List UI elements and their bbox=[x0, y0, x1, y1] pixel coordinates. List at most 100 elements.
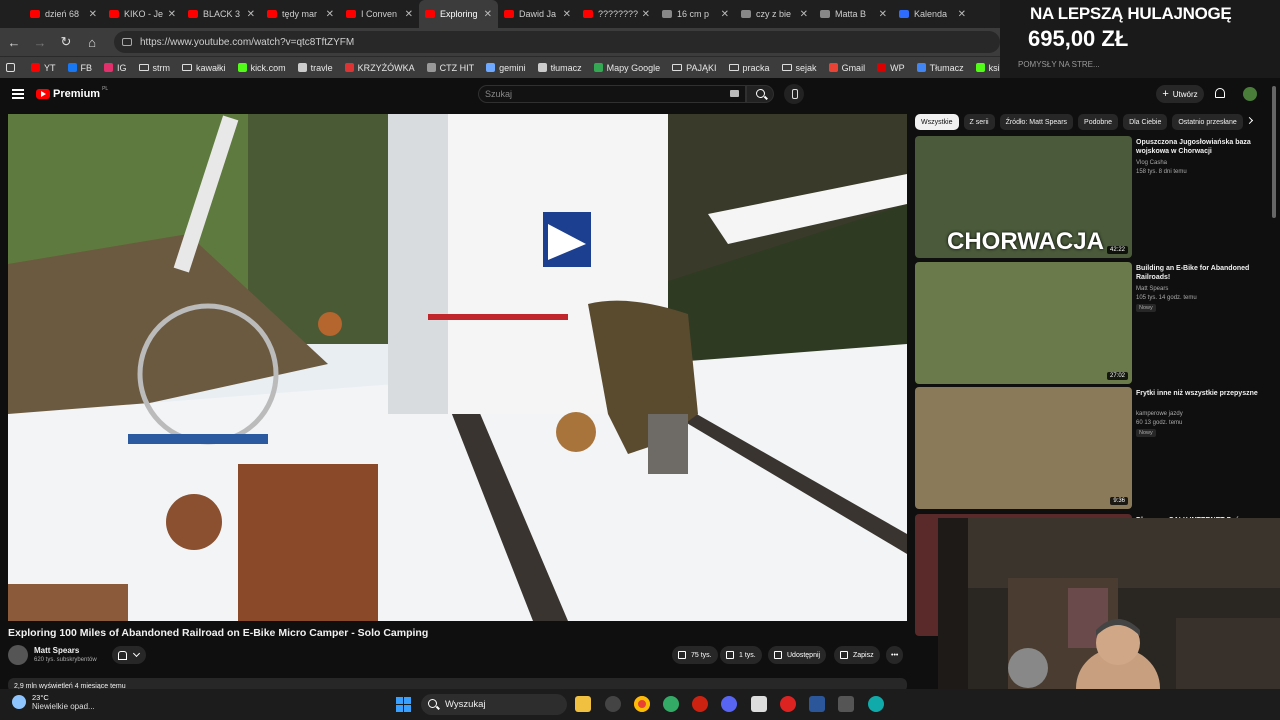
notifications-icon[interactable] bbox=[1215, 88, 1225, 98]
browser-tab[interactable]: tędy mar ✕ bbox=[261, 0, 340, 28]
browser-tab[interactable]: Matta B ✕ bbox=[814, 0, 893, 28]
close-icon[interactable]: ✕ bbox=[168, 9, 176, 20]
video-thumbnail[interactable]: 9:36 bbox=[915, 387, 1132, 509]
close-icon[interactable]: ✕ bbox=[800, 9, 808, 20]
bookmark-tłumacz[interactable]: Tłumacz bbox=[916, 63, 964, 73]
logo-text: Premium bbox=[53, 88, 101, 100]
close-icon[interactable]: ✕ bbox=[958, 9, 966, 20]
calculator-icon[interactable] bbox=[838, 696, 854, 712]
weather-widget[interactable]: 23°C Niewielkie opad... bbox=[12, 693, 95, 711]
filter-chip[interactable]: Źródło: Matt Spears bbox=[999, 114, 1074, 130]
close-icon[interactable]: ✕ bbox=[484, 9, 492, 20]
browser-tab[interactable]: Dawid Ja ✕ bbox=[498, 0, 577, 28]
bookmark-pracka[interactable]: pracka bbox=[728, 63, 770, 73]
bookmark-ctz-hit[interactable]: CTZ HIT bbox=[426, 63, 474, 73]
close-icon[interactable]: ✕ bbox=[405, 9, 413, 20]
filter-chip[interactable]: Z serii bbox=[963, 114, 995, 130]
browser-tab[interactable]: czy z bie ✕ bbox=[735, 0, 814, 28]
search-button[interactable] bbox=[746, 85, 774, 103]
windows-start-icon[interactable] bbox=[396, 697, 411, 712]
home-icon[interactable]: ⌂ bbox=[80, 30, 104, 54]
settings-icon[interactable] bbox=[605, 696, 621, 712]
browser-tab[interactable]: 16 cm p ✕ bbox=[656, 0, 735, 28]
vpn-icon[interactable] bbox=[663, 696, 679, 712]
back-icon[interactable]: ← bbox=[2, 30, 26, 54]
microphone-icon[interactable] bbox=[784, 84, 804, 104]
close-icon[interactable]: ✕ bbox=[326, 9, 334, 20]
tab-favicon-icon bbox=[504, 10, 514, 18]
site-info-icon[interactable] bbox=[122, 38, 132, 46]
file-explorer-icon[interactable] bbox=[575, 696, 591, 712]
overlay-subtitle: POMYSŁY NA STRE... bbox=[1018, 60, 1100, 69]
bookmark-krzyżówka[interactable]: KRZYŻÓWKA bbox=[344, 63, 415, 73]
bookmark-wp[interactable]: WP bbox=[877, 63, 905, 73]
apps-icon[interactable] bbox=[6, 63, 19, 72]
browser-tab[interactable]: ???????? ✕ bbox=[577, 0, 656, 28]
youtube-logo[interactable]: Premium PL bbox=[36, 86, 108, 100]
bookmark-gmail[interactable]: Gmail bbox=[828, 63, 865, 73]
channel-name[interactable]: Matt Spears bbox=[34, 646, 79, 655]
video-thumbnail[interactable]: 27:02 bbox=[915, 262, 1132, 384]
filter-chip[interactable]: Dla Ciebie bbox=[1123, 114, 1168, 130]
recommended-video[interactable]: 27:02 Building an E-Bike for Abandoned Ra… bbox=[915, 262, 1272, 384]
browser-tab[interactable]: Exploring ✕ bbox=[419, 0, 498, 28]
browser-tab[interactable]: Kalenda ✕ bbox=[893, 0, 972, 28]
browser-tab[interactable]: BLACK 3 ✕ bbox=[182, 0, 261, 28]
close-icon[interactable]: ✕ bbox=[89, 9, 97, 20]
bookmark-sejak[interactable]: sejak bbox=[781, 63, 817, 73]
video-player[interactable] bbox=[8, 114, 907, 621]
bookmark-kick-com[interactable]: kick.com bbox=[237, 63, 286, 73]
like-count: 75 tys. bbox=[691, 651, 712, 659]
filter-chip[interactable]: Podobne bbox=[1078, 114, 1119, 130]
browser-icon[interactable] bbox=[868, 696, 884, 712]
url-text: https://www.youtube.com/watch?v=qtc8TftZ… bbox=[140, 36, 355, 48]
globe-icon bbox=[297, 63, 307, 72]
bookmark-ig[interactable]: IG bbox=[104, 63, 127, 73]
browser-tab[interactable]: dzień 68 ✕ bbox=[24, 0, 103, 28]
chrome-icon[interactable] bbox=[634, 696, 650, 712]
close-icon[interactable]: ✕ bbox=[563, 9, 571, 20]
like-button[interactable]: 75 tys. bbox=[672, 646, 718, 664]
recommended-video[interactable]: 9:36 Frytki inne niż wszystkie przepyszne… bbox=[915, 387, 1272, 509]
recorder-icon[interactable] bbox=[780, 696, 796, 712]
close-icon[interactable]: ✕ bbox=[247, 9, 255, 20]
bookmark-kawałki[interactable]: kawałki bbox=[182, 63, 226, 73]
bookmark-mapy-google[interactable]: Mapy Google bbox=[593, 63, 660, 73]
bookmark-yt[interactable]: YT bbox=[31, 63, 56, 73]
share-button[interactable]: Udostępnij bbox=[768, 646, 827, 664]
avatar[interactable] bbox=[1243, 87, 1257, 101]
bookmark-fb[interactable]: FB bbox=[67, 63, 92, 73]
bookmark-tłumacz[interactable]: tłumacz bbox=[537, 63, 582, 73]
scrollbar[interactable] bbox=[1272, 86, 1276, 218]
reload-icon[interactable]: ↻ bbox=[54, 30, 78, 54]
taskbar-search[interactable]: Wyszukaj bbox=[421, 694, 567, 715]
dislike-button[interactable]: 1 tys. bbox=[720, 646, 762, 664]
close-icon[interactable]: ✕ bbox=[721, 9, 729, 20]
forward-icon[interactable]: → bbox=[28, 30, 52, 54]
url-field[interactable]: https://www.youtube.com/watch?v=qtc8TftZ… bbox=[114, 31, 1000, 53]
browser-tab[interactable]: I Conven ✕ bbox=[340, 0, 419, 28]
create-button[interactable]: + Utwórz bbox=[1156, 85, 1204, 103]
bookmark-pająki[interactable]: PAJĄKI bbox=[672, 63, 717, 73]
save-button[interactable]: Zapisz bbox=[834, 646, 880, 664]
filter-chip[interactable]: Ostatnio przesłane bbox=[1172, 114, 1243, 130]
more-actions-button[interactable]: ••• bbox=[886, 646, 904, 664]
opera-icon[interactable] bbox=[692, 696, 708, 712]
subscription-bell-button[interactable] bbox=[112, 646, 146, 664]
bookmark-strm[interactable]: strm bbox=[138, 63, 170, 73]
channel-avatar[interactable] bbox=[8, 645, 28, 665]
menu-icon[interactable] bbox=[12, 89, 24, 99]
close-icon[interactable]: ✕ bbox=[879, 9, 887, 20]
browser-tab[interactable]: KIKO - Je ✕ bbox=[103, 0, 182, 28]
discord-icon[interactable] bbox=[721, 696, 737, 712]
close-icon[interactable]: ✕ bbox=[642, 9, 650, 20]
bookmark-travle[interactable]: travle bbox=[297, 63, 333, 73]
search-input[interactable]: Szukaj bbox=[478, 85, 746, 103]
video-thumbnail[interactable]: CHORWACJA 42:22 bbox=[915, 136, 1132, 258]
keyboard-icon[interactable] bbox=[730, 90, 739, 97]
recommended-video[interactable]: CHORWACJA 42:22 Opuszczona Jugosłowiańska … bbox=[915, 136, 1272, 258]
capcut-icon[interactable] bbox=[751, 696, 767, 712]
bookmark-gemini[interactable]: gemini bbox=[486, 63, 526, 73]
filter-chip[interactable]: Wszystkie bbox=[915, 114, 959, 130]
word-icon[interactable] bbox=[809, 696, 825, 712]
